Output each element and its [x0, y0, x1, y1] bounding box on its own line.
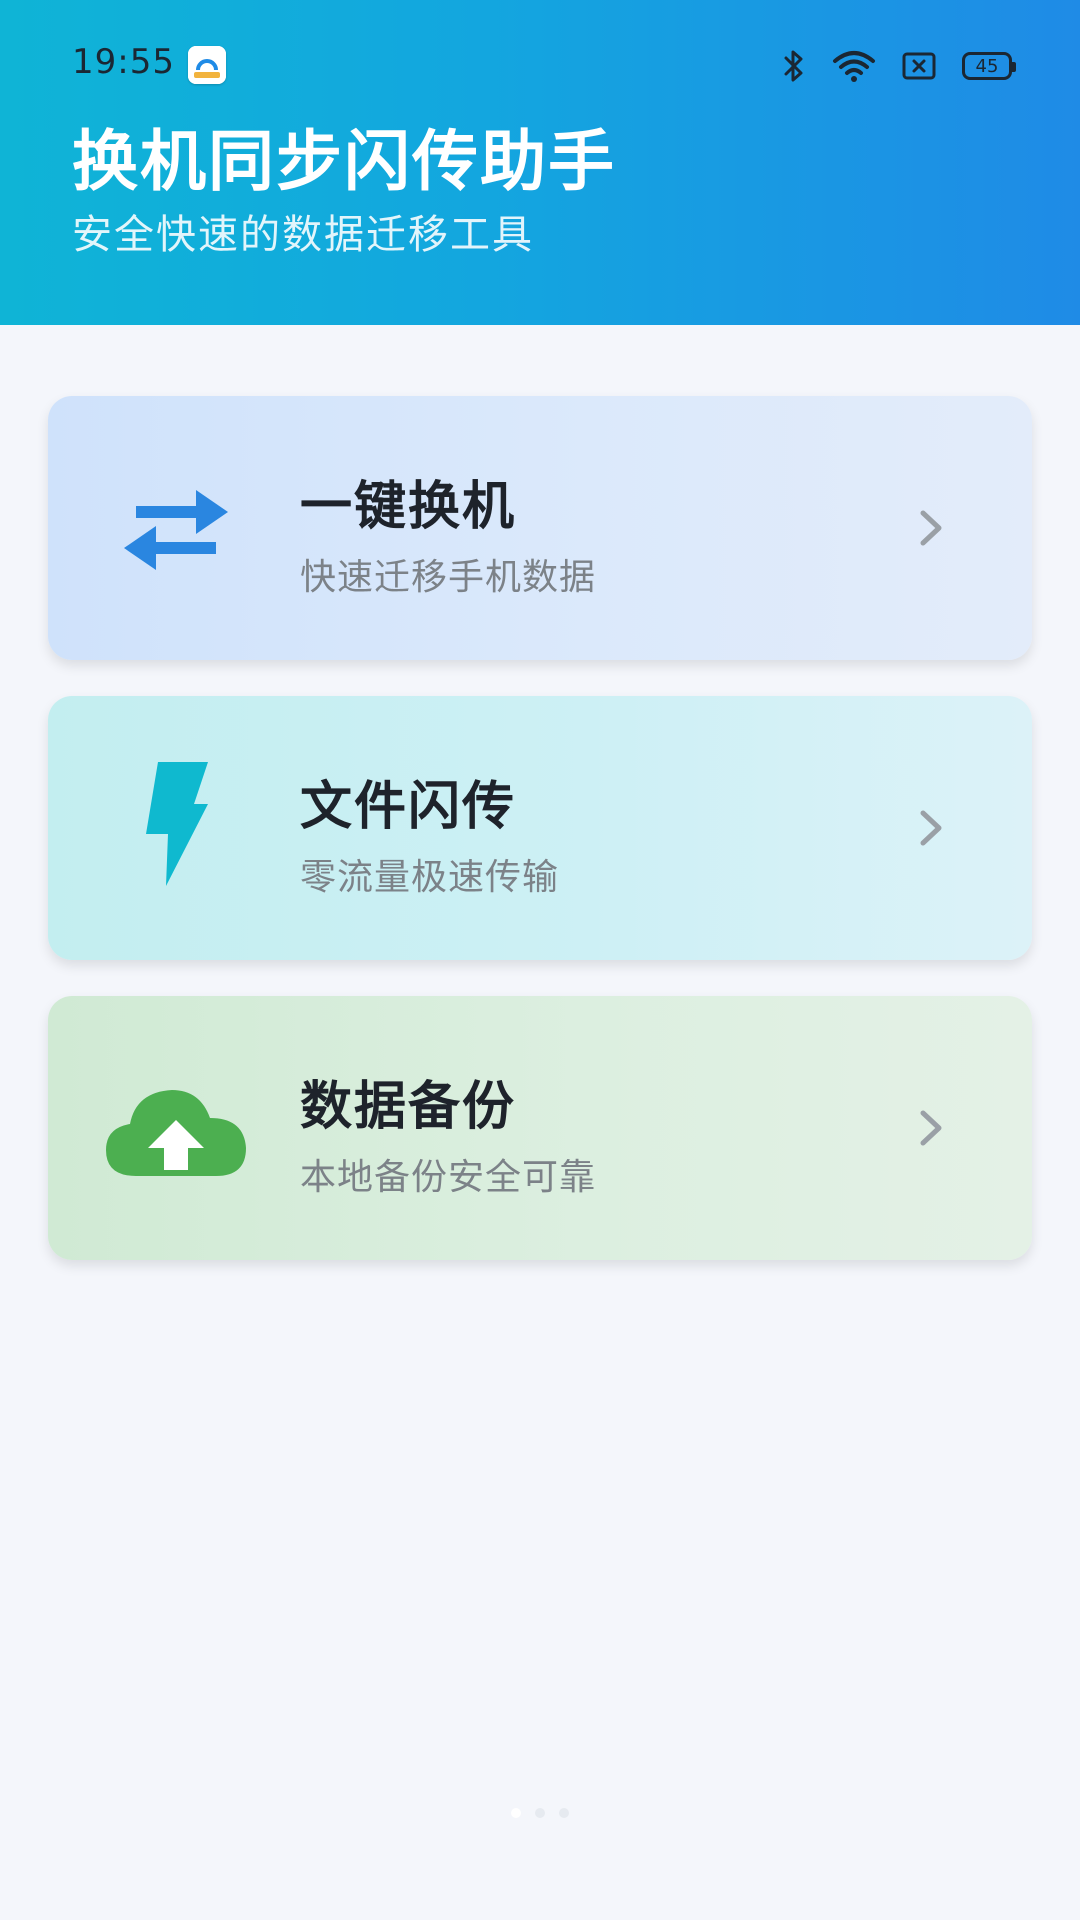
app-header: 19:55 45 换机同步闪传助手 安全快速的数据迁移工具: [0, 0, 1080, 325]
chevron-right-icon: [906, 804, 954, 852]
sim-x-icon: [902, 52, 936, 80]
chevron-right-icon: [906, 1104, 954, 1152]
swap-arrows-icon: [96, 448, 256, 608]
card-subtitle: 本地备份安全可靠: [300, 1157, 597, 1198]
page-indicator: [0, 1808, 1080, 1818]
page-dot: [535, 1808, 545, 1818]
card-title: 文件闪传: [300, 777, 517, 837]
card-subtitle: 零流量极速传输: [300, 857, 560, 898]
card-title: 数据备份: [300, 1077, 517, 1137]
app-notification-icon: [188, 46, 226, 84]
status-icons: 45: [782, 44, 1016, 88]
battery-icon: 45: [962, 52, 1016, 80]
battery-level: 45: [975, 55, 999, 77]
lightning-bolt-icon: [96, 748, 256, 908]
wifi-icon: [833, 51, 875, 82]
card-data-backup[interactable]: 数据备份 本地备份安全可靠: [48, 996, 1032, 1260]
cloud-upload-icon: [96, 1048, 256, 1208]
bluetooth-icon: [784, 50, 803, 82]
page-dot-active: [511, 1808, 521, 1818]
app-title: 换机同步闪传助手: [72, 123, 616, 200]
card-subtitle: 快速迁移手机数据: [300, 557, 597, 598]
status-time: 19:55: [72, 42, 175, 82]
card-file-transfer[interactable]: 文件闪传 零流量极速传输: [48, 696, 1032, 960]
chevron-right-icon: [906, 504, 954, 552]
app-subtitle: 安全快速的数据迁移工具: [72, 212, 534, 258]
card-phone-switch[interactable]: 一键换机 快速迁移手机数据: [48, 396, 1032, 660]
page-dot: [559, 1808, 569, 1818]
card-title: 一键换机: [300, 477, 517, 537]
